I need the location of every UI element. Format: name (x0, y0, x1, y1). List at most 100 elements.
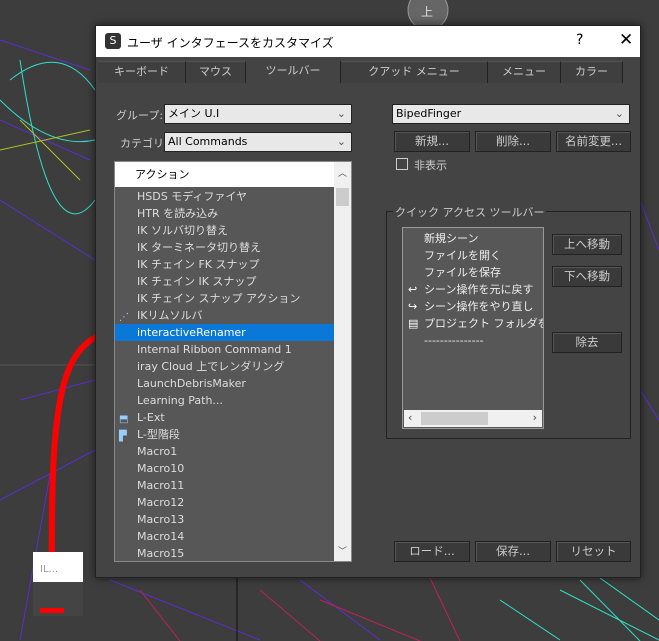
action-label: Macro12 (137, 496, 185, 509)
action-label: interactiveRenamer (137, 326, 246, 339)
scroll-thumb[interactable] (421, 412, 488, 425)
load-button[interactable]: ロード... (394, 541, 470, 562)
action-item[interactable]: Macro13 (115, 511, 334, 528)
move-up-button[interactable]: 上へ移動 (552, 234, 622, 255)
quick-access-label: シーン操作をやり直し (424, 300, 534, 313)
close-button[interactable]: ✕ (619, 30, 633, 50)
remove-button[interactable]: 除去 (552, 332, 622, 353)
action-label: iray Cloud 上でレンダリング (137, 360, 285, 373)
action-item[interactable]: IK チェイン IK スナップ (115, 273, 334, 290)
quick-access-label: シーン操作を元に戻す (424, 283, 534, 296)
viewcube-top-label: 上 (421, 5, 433, 19)
action-label: Internal Ribbon Command 1 (137, 343, 292, 356)
dialog-title: ユーザ インタフェースをカスタマイズ (127, 36, 334, 50)
action-label: Macro13 (137, 513, 185, 526)
scroll-down-icon[interactable]: ﹀ (334, 544, 351, 557)
rename-toolbar-button[interactable]: 名前変更... (556, 131, 631, 152)
action-label: HTR を読み込み (137, 207, 219, 220)
action-label: IKリムソルバ (137, 309, 203, 322)
action-label: HSDS モディファイヤ (137, 190, 248, 203)
chevron-down-icon: ⌄ (336, 107, 346, 120)
action-item[interactable]: IK チェイン FK スナップ (115, 256, 334, 273)
action-item[interactable]: Macro1 (115, 443, 334, 460)
actions-list[interactable]: アクション HSDS モディファイヤ HTR を読み込み IK ソルバ切り替え IK … (114, 161, 352, 562)
quick-access-item[interactable]: ▤ プロジェクト フォルダを設定 (403, 315, 543, 332)
action-item[interactable]: Macro11 (115, 477, 334, 494)
quick-access-item[interactable]: ↪ シーン操作をやり直し (403, 298, 543, 315)
group-label: グループ: (116, 109, 164, 122)
tab-colors[interactable]: カラー (561, 61, 623, 83)
action-item[interactable]: Internal Ribbon Command 1 (115, 341, 334, 358)
tab-quad-menu[interactable]: クアッド メニュー (341, 61, 488, 83)
action-label: IK チェイン IK スナップ (137, 275, 257, 288)
action-label: L-Ext (137, 411, 165, 424)
quick-access-label: ファイルを開く (424, 249, 501, 262)
toolbar-select[interactable]: BipedFinger ⌄ (392, 104, 630, 124)
actions-header[interactable]: アクション (115, 162, 334, 187)
action-label: Macro10 (137, 462, 185, 475)
chevron-down-icon: ⌄ (336, 135, 346, 148)
action-item[interactable]: HSDS モディファイヤ (115, 188, 334, 205)
action-label: IK ターミネータ切り替え (137, 241, 261, 254)
save-button[interactable]: 保存... (475, 541, 551, 562)
action-label: IK チェイン スナップ アクション (137, 292, 301, 305)
action-label: IK ソルバ切り替え (137, 224, 228, 237)
scroll-left-icon[interactable]: ‹ (408, 411, 412, 424)
quick-access-item[interactable]: ファイルを開く (403, 247, 543, 264)
action-item[interactable]: Macro15 (115, 545, 334, 562)
quick-access-label: プロジェクト フォルダを設定 (424, 317, 543, 330)
category-value: All Commands (168, 135, 248, 148)
new-toolbar-button[interactable]: 新規... (394, 131, 470, 152)
quick-access-item[interactable]: ↩ シーン操作を元に戻す (403, 281, 543, 298)
action-item[interactable]: ▛ L-型階段 (115, 426, 334, 443)
reset-button[interactable]: リセット (556, 541, 631, 562)
action-item[interactable]: LaunchDebrisMaker (115, 375, 334, 392)
quick-access-label: --------------- (424, 334, 484, 347)
action-item[interactable]: Macro12 (115, 494, 334, 511)
move-down-button[interactable]: 下へ移動 (552, 266, 622, 287)
category-select[interactable]: All Commands ⌄ (164, 132, 352, 152)
action-item[interactable]: IK ソルバ切り替え (115, 222, 334, 239)
scroll-up-icon[interactable]: ︿ (334, 166, 351, 179)
mini-popup-label: IL... (40, 564, 58, 575)
action-item[interactable]: Learning Path... (115, 392, 334, 409)
hide-label: 非表示 (414, 159, 447, 172)
scroll-right-icon[interactable]: › (533, 411, 537, 424)
actions-scrollbar[interactable]: ︿ ﹀ (334, 162, 351, 561)
hide-checkbox[interactable] (396, 158, 408, 170)
action-item[interactable]: IK ターミネータ切り替え (115, 239, 334, 256)
quick-access-hscrollbar[interactable]: ‹ › (404, 410, 542, 427)
tab-toolbars[interactable]: ツールバー (246, 61, 341, 83)
category-label: カテゴリ: (120, 137, 168, 150)
action-label: Macro1 (137, 445, 178, 458)
action-item[interactable]: HTR を読み込み (115, 205, 334, 222)
quick-access-label: ファイルを保存 (424, 266, 501, 279)
action-item[interactable]: Macro10 (115, 460, 334, 477)
chevron-down-icon: ⌄ (614, 107, 624, 120)
toolbar-value: BipedFinger (396, 107, 462, 120)
quick-access-item[interactable]: --------------- (403, 332, 543, 349)
redo-icon: ↪ (408, 300, 418, 313)
tab-keyboard[interactable]: キーボード (98, 61, 186, 83)
tab-mouse[interactable]: マウス (186, 61, 246, 83)
quick-access-item[interactable]: 新規シーン (403, 230, 543, 247)
action-item[interactable]: ⋰ IKリムソルバ (115, 307, 334, 324)
action-item[interactable]: iray Cloud 上でレンダリング (115, 358, 334, 375)
help-button[interactable]: ? (576, 32, 583, 48)
action-label: IK チェイン FK スナップ (137, 258, 260, 271)
action-label: Learning Path... (137, 394, 223, 407)
action-item[interactable]: interactiveRenamer (115, 324, 334, 341)
action-item[interactable]: ⬒ L-Ext (115, 409, 334, 426)
delete-toolbar-button[interactable]: 削除... (475, 131, 551, 152)
scroll-thumb[interactable] (336, 188, 349, 206)
quick-access-title: クイック アクセス ツールバー (393, 204, 547, 220)
action-item[interactable]: IK チェイン スナップ アクション (115, 290, 334, 307)
customize-ui-dialog: S ユーザ インタフェースをカスタマイズ ? ✕ キーボード マウス ツールバー… (95, 25, 641, 578)
quick-access-item[interactable]: ファイルを保存 (403, 264, 543, 281)
quick-access-list[interactable]: 新規シーンファイルを開く ファイルを保存 ↩ シーン操作を元に戻す ↪ シーン操作をやり直… (402, 227, 544, 429)
group-select[interactable]: メイン U.I ⌄ (164, 104, 352, 124)
action-label: Macro11 (137, 479, 185, 492)
action-item[interactable]: Macro14 (115, 528, 334, 545)
app-logo-icon: S (105, 33, 121, 49)
tab-menus[interactable]: メニュー (488, 61, 561, 83)
